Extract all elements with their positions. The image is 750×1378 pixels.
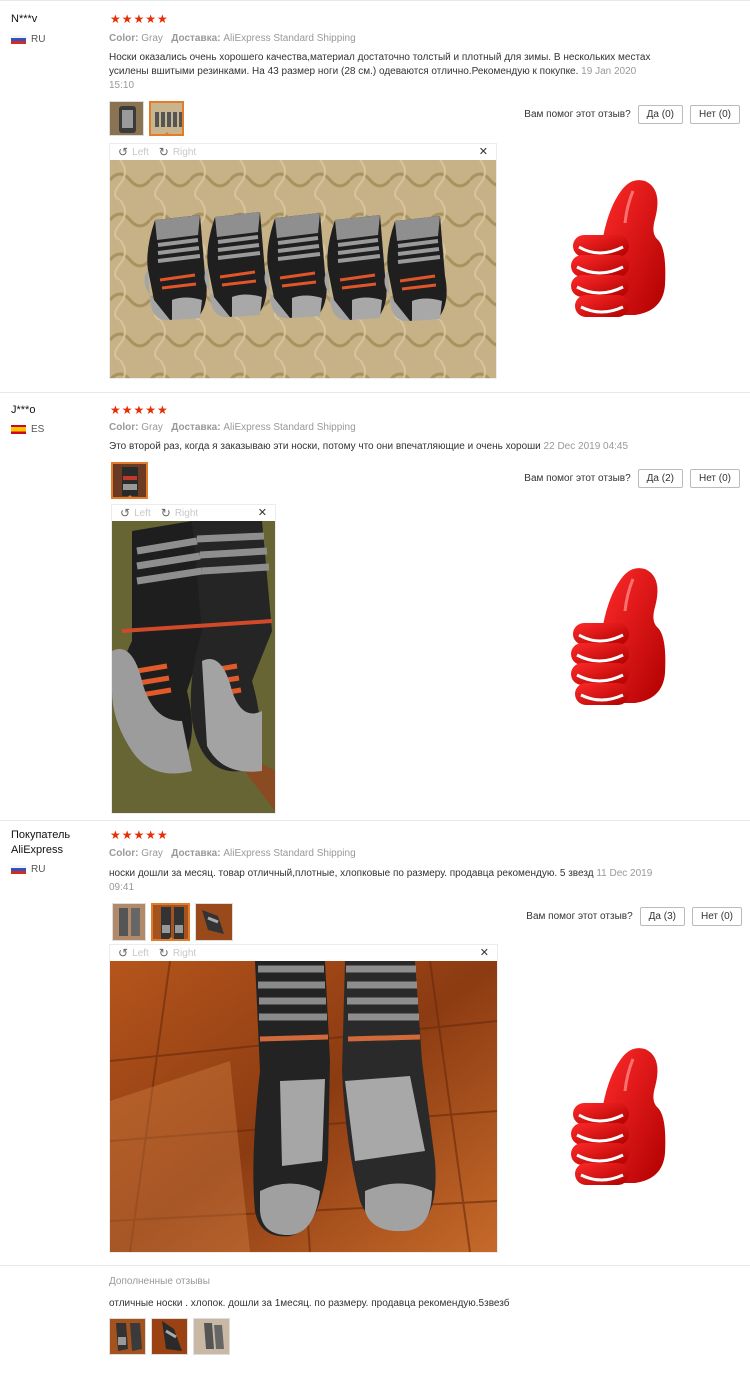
helpful-no-button[interactable]: Нет (0): [689, 469, 740, 488]
photo-viewer: ↺ Left ↻ Right ✕: [109, 944, 498, 1253]
review-1: N***v RU ★★★★★ Color: Gray Доставка: Ali…: [0, 0, 750, 392]
rotate-left-label[interactable]: Left: [134, 508, 151, 519]
rotate-left-icon[interactable]: ↺: [118, 946, 128, 960]
rotate-left-label[interactable]: Left: [132, 948, 149, 959]
review-meta: Color: Gray Доставка: AliExpress Standar…: [109, 33, 356, 44]
rotate-left-icon[interactable]: ↺: [118, 145, 128, 159]
helpful-section: Вам помог этот отзыв? Да (0) Нет (0): [524, 105, 740, 124]
delivery-value: AliExpress Standard Shipping: [223, 848, 356, 859]
delivery-label: Доставка:: [171, 422, 221, 433]
review-date: 22 Dec 2019 04:45: [543, 441, 629, 452]
flag-ru-icon: [11, 865, 26, 874]
close-viewer-icon[interactable]: ✕: [479, 145, 488, 158]
reviewer-name: N***v: [11, 13, 38, 25]
review-photo: [112, 521, 275, 813]
delivery-value: AliExpress Standard Shipping: [223, 422, 356, 433]
helpful-yes-button[interactable]: Да (3): [639, 907, 685, 926]
country-code: RU: [31, 34, 46, 45]
helpful-label: Вам помог этот отзыв?: [524, 473, 631, 484]
additional-photo-thumbnails: [109, 1318, 230, 1355]
viewer-toolbar: ↺ Left ↻ Right ✕: [110, 144, 496, 160]
review-text: Носки оказались очень хорошего качества,…: [109, 51, 664, 93]
color-label: Color:: [109, 33, 139, 44]
additional-review-text: отличные носки . хлопок. дошли за 1месяц…: [109, 1298, 510, 1309]
review-body: Это второй раз, когда я заказываю эти но…: [109, 441, 541, 452]
star-rating: ★★★★★: [110, 12, 169, 26]
flag-es-icon: [11, 425, 26, 434]
helpful-label: Вам помог этот отзыв?: [524, 109, 631, 120]
color-value: Gray: [141, 33, 163, 44]
color-value: Gray: [141, 848, 163, 859]
helpful-section: Вам помог этот отзыв? Да (3) Нет (0): [526, 907, 742, 926]
photo-thumbnail[interactable]: [151, 1318, 188, 1355]
photo-viewer: ↺ Left ↻ Right ✕: [109, 143, 497, 379]
photo-thumbnail[interactable]: [109, 1318, 146, 1355]
helpful-yes-button[interactable]: Да (2): [637, 469, 683, 488]
reviewer-country: ES: [11, 424, 44, 435]
thumbs-up-icon: [571, 180, 666, 317]
helpful-yes-button[interactable]: Да (0): [637, 105, 683, 124]
star-rating: ★★★★★: [110, 403, 169, 417]
helpful-no-button[interactable]: Нет (0): [691, 907, 742, 926]
viewer-toolbar: ↺ Left ↻ Right ✕: [110, 945, 497, 961]
review-photo: [110, 961, 497, 1252]
viewer-toolbar: ↺ Left ↻ Right ✕: [112, 505, 275, 521]
photo-thumbnail[interactable]: [109, 101, 144, 136]
photo-thumbnail[interactable]: [195, 903, 233, 941]
delivery-value: AliExpress Standard Shipping: [223, 33, 356, 44]
review-photo: [110, 160, 496, 378]
color-label: Color:: [109, 848, 139, 859]
rotate-right-label[interactable]: Right: [173, 948, 196, 959]
delivery-label: Доставка:: [171, 33, 221, 44]
thumbs-up-icon: [571, 568, 666, 705]
review-body: Носки оказались очень хорошего качества,…: [109, 52, 651, 77]
photo-thumbnails: [109, 101, 184, 136]
review-2: J***o ES ★★★★★ Color: Gray Доставка: Ali…: [0, 392, 750, 821]
rotate-right-label[interactable]: Right: [173, 147, 196, 158]
rotate-right-label[interactable]: Right: [175, 508, 198, 519]
country-code: ES: [31, 424, 45, 435]
review-text: Это второй раз, когда я заказываю эти но…: [109, 440, 709, 454]
photo-thumbnails: [111, 462, 148, 499]
country-code: RU: [31, 864, 46, 875]
helpful-label: Вам помог этот отзыв?: [526, 911, 633, 922]
additional-review: Дополненные отзывы отличные носки . хлоп…: [0, 1265, 750, 1355]
photo-thumbnail[interactable]: [193, 1318, 230, 1355]
close-viewer-icon[interactable]: ✕: [480, 946, 489, 959]
thumbs-up-icon: [571, 1048, 666, 1185]
photo-thumbnail-selected[interactable]: [151, 903, 190, 941]
rotate-left-icon[interactable]: ↺: [120, 506, 130, 520]
review-text: носки дошли за месяц. товар отличный,пло…: [109, 867, 664, 895]
photo-viewer: ↺ Left ↻ Right ✕: [111, 504, 276, 814]
reviewer-country: RU: [11, 864, 45, 875]
photo-thumbnail-selected[interactable]: [149, 101, 184, 136]
color-label: Color:: [109, 422, 139, 433]
reviewer-country: RU: [11, 34, 45, 45]
reviewer-name: J***o: [11, 404, 36, 416]
additional-review-title: Дополненные отзывы: [109, 1276, 210, 1287]
photo-thumbnails: [112, 903, 233, 941]
color-value: Gray: [141, 422, 163, 433]
close-viewer-icon[interactable]: ✕: [258, 506, 267, 519]
review-meta: Color: Gray Доставка: AliExpress Standar…: [109, 848, 356, 859]
helpful-no-button[interactable]: Нет (0): [689, 105, 740, 124]
helpful-section: Вам помог этот отзыв? Да (2) Нет (0): [524, 469, 740, 488]
reviewer-name: Покупатель AliExpress: [11, 829, 71, 856]
rotate-left-label[interactable]: Left: [132, 147, 149, 158]
photo-thumbnail[interactable]: [112, 903, 146, 941]
flag-ru-icon: [11, 35, 26, 44]
photo-thumbnail-selected[interactable]: [111, 462, 148, 499]
rotate-right-icon[interactable]: ↻: [159, 946, 169, 960]
review-3: Покупатель AliExpress RU ★★★★★ Color: Gr…: [0, 820, 750, 1266]
rotate-right-icon[interactable]: ↻: [161, 506, 171, 520]
star-rating: ★★★★★: [110, 828, 169, 842]
review-meta: Color: Gray Доставка: AliExpress Standar…: [109, 422, 356, 433]
delivery-label: Доставка:: [171, 848, 221, 859]
review-body: носки дошли за месяц. товар отличный,пло…: [109, 868, 594, 879]
rotate-right-icon[interactable]: ↻: [159, 145, 169, 159]
